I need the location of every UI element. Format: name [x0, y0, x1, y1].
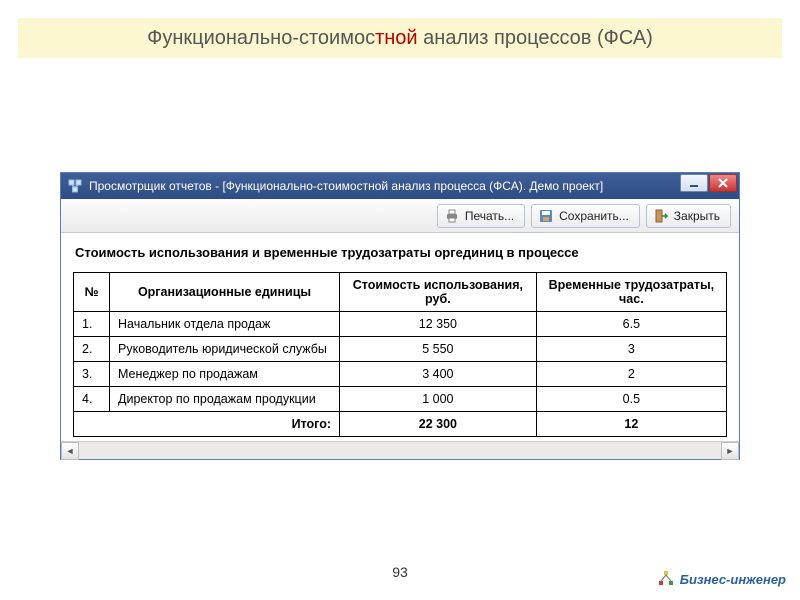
- cell-cost: 1 000: [340, 387, 537, 412]
- cell-org: Директор по продажам продукции: [110, 387, 340, 412]
- branding-logo-icon: [657, 570, 675, 588]
- close-button-label: Закрыть: [674, 209, 720, 223]
- close-button[interactable]: Закрыть: [646, 204, 731, 228]
- total-hours: 12: [536, 412, 726, 437]
- report-body: Стоимость использования и временные труд…: [61, 233, 739, 441]
- toolbar: Печать... Сохранить...: [61, 199, 739, 233]
- cell-hours: 3: [536, 337, 726, 362]
- table-row: 4.Директор по продажам продукции1 0000.5: [74, 387, 727, 412]
- col-header-n: №: [74, 273, 110, 312]
- window-titlebar: Просмотрщик отчетов - [Функционально-сто…: [61, 173, 739, 199]
- cell-n: 2.: [74, 337, 110, 362]
- app-icon: [67, 178, 83, 194]
- col-header-cost: Стоимость использования, руб.: [340, 273, 537, 312]
- cell-org: Руководитель юридической службы: [110, 337, 340, 362]
- col-header-hours: Временные трудозатраты, час.: [536, 273, 726, 312]
- total-label: Итого:: [74, 412, 340, 437]
- cell-org: Начальник отдела продаж: [110, 312, 340, 337]
- scroll-left-icon[interactable]: ◄: [61, 442, 79, 460]
- window-minimize-button[interactable]: [680, 174, 708, 192]
- cell-org: Менеджер по продажам: [110, 362, 340, 387]
- table-row: 1.Начальник отдела продаж12 3506.5: [74, 312, 727, 337]
- printer-icon: [444, 208, 460, 224]
- cell-n: 3.: [74, 362, 110, 387]
- print-button[interactable]: Печать...: [437, 204, 525, 228]
- horizontal-scrollbar[interactable]: ◄ ►: [61, 441, 739, 459]
- slide-title: Функционально-стоимостной анализ процесс…: [18, 18, 782, 58]
- cell-cost: 12 350: [340, 312, 537, 337]
- cell-n: 1.: [74, 312, 110, 337]
- cell-hours: 6.5: [536, 312, 726, 337]
- scroll-right-icon[interactable]: ►: [721, 442, 739, 460]
- save-icon: [538, 208, 554, 224]
- col-header-org: Организационные единицы: [110, 273, 340, 312]
- table-row: 3.Менеджер по продажам3 4002: [74, 362, 727, 387]
- print-button-label: Печать...: [465, 209, 514, 223]
- cell-hours: 2: [536, 362, 726, 387]
- report-viewer-window: Просмотрщик отчетов - [Функционально-сто…: [60, 172, 740, 460]
- branding-label: Бизнес-инженер: [680, 572, 786, 587]
- window-controls: [679, 174, 737, 192]
- save-button[interactable]: Сохранить...: [531, 204, 640, 228]
- door-exit-icon: [653, 208, 669, 224]
- table-row: 2.Руководитель юридической службы5 5503: [74, 337, 727, 362]
- save-button-label: Сохранить...: [559, 209, 629, 223]
- window-title: Просмотрщик отчетов - [Функционально-сто…: [89, 179, 603, 193]
- report-caption: Стоимость использования и временные труд…: [75, 245, 727, 260]
- cell-n: 4.: [74, 387, 110, 412]
- cell-cost: 3 400: [340, 362, 537, 387]
- cell-hours: 0.5: [536, 387, 726, 412]
- report-table: № Организационные единицы Стоимость испо…: [73, 272, 727, 437]
- window-close-button[interactable]: [709, 174, 737, 192]
- cell-cost: 5 550: [340, 337, 537, 362]
- branding: Бизнес-инженер: [657, 570, 786, 588]
- total-cost: 22 300: [340, 412, 537, 437]
- table-total-row: Итого: 22 300 12: [74, 412, 727, 437]
